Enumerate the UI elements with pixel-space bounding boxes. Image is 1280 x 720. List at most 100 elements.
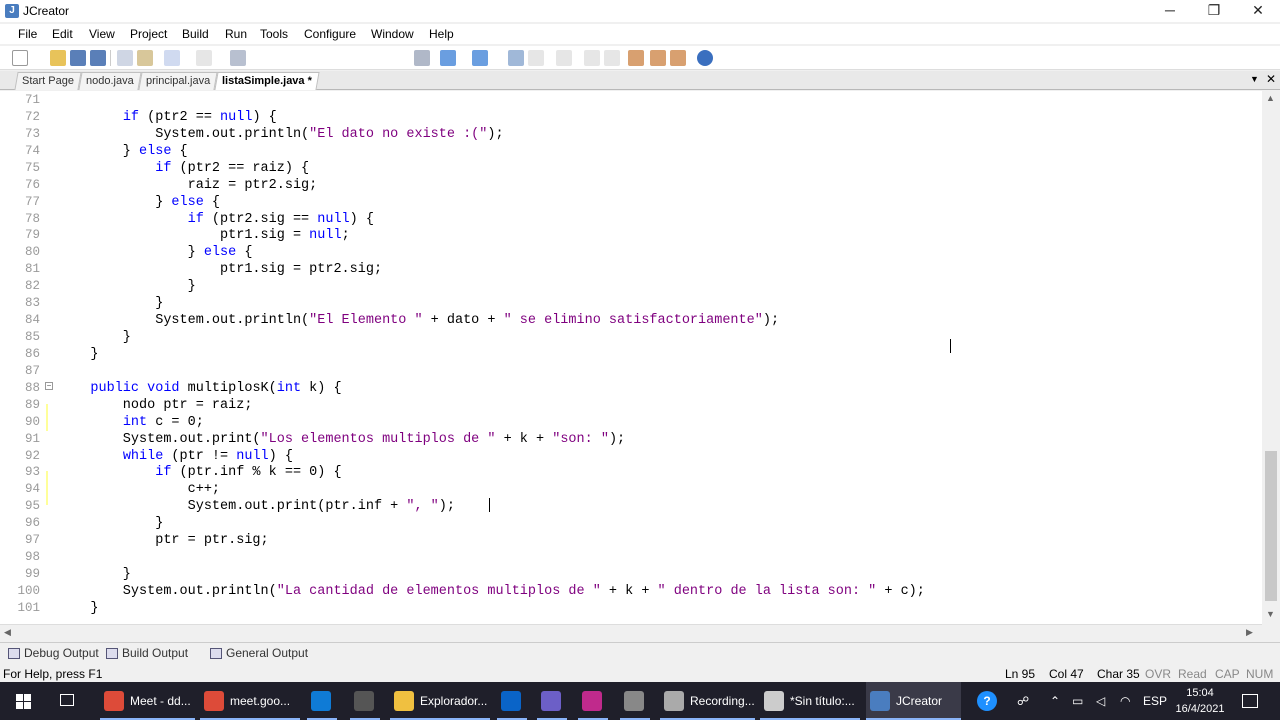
window-icon[interactable] bbox=[628, 50, 644, 66]
code-text[interactable]: ptr = ptr.sig; bbox=[58, 532, 268, 549]
code-editor[interactable]: 71 72 if (ptr2 == null) {73 System.out.pr… bbox=[0, 91, 1262, 624]
code-line[interactable]: 89 nodo ptr = raiz; bbox=[0, 397, 1262, 414]
debug-icon[interactable] bbox=[472, 50, 488, 66]
volume-icon[interactable]: ◁ bbox=[1096, 694, 1105, 708]
tab-list-dropdown-icon[interactable]: ▼ bbox=[1250, 74, 1259, 84]
menu-view[interactable]: View bbox=[89, 27, 115, 41]
menu-help[interactable]: Help bbox=[429, 27, 454, 41]
code-line[interactable]: 95 System.out.print(ptr.inf + ", "); bbox=[0, 498, 1262, 515]
help-icon[interactable] bbox=[697, 50, 713, 66]
open-folder-icon[interactable] bbox=[50, 50, 66, 66]
maximize-button[interactable]: ❐ bbox=[1192, 0, 1236, 22]
menu-window[interactable]: Window bbox=[371, 27, 414, 41]
code-text[interactable]: } bbox=[58, 346, 98, 363]
workspace-icon[interactable] bbox=[650, 50, 666, 66]
code-line[interactable]: 73 System.out.println("El dato no existe… bbox=[0, 126, 1262, 143]
tab-start-page[interactable]: Start Page bbox=[14, 72, 82, 90]
code-text[interactable]: if (ptr2 == null) { bbox=[58, 109, 277, 126]
taskbar-app-button[interactable] bbox=[307, 682, 337, 720]
scroll-thumb[interactable] bbox=[1265, 451, 1277, 601]
code-text[interactable]: } bbox=[58, 295, 163, 312]
taskbar-app-button[interactable] bbox=[350, 682, 380, 720]
code-text[interactable]: } bbox=[58, 600, 98, 617]
menu-edit[interactable]: Edit bbox=[52, 27, 73, 41]
clock[interactable]: 15:04 16/4/2021 bbox=[1175, 685, 1225, 717]
code-text[interactable]: } bbox=[58, 329, 131, 346]
find-in-files-icon[interactable] bbox=[414, 50, 430, 66]
output-window-icon[interactable] bbox=[670, 50, 686, 66]
close-button[interactable]: ✕ bbox=[1236, 0, 1280, 22]
code-line[interactable]: 94 c++; bbox=[0, 481, 1262, 498]
code-line[interactable]: 74 } else { bbox=[0, 143, 1262, 160]
code-text[interactable]: } else { bbox=[58, 194, 220, 211]
taskbar-app-button[interactable]: JCreator bbox=[866, 682, 961, 720]
code-text[interactable]: if (ptr.inf % k == 0) { bbox=[58, 464, 341, 481]
find-icon[interactable] bbox=[230, 50, 246, 66]
code-text[interactable]: ptr1.sig = null; bbox=[58, 227, 350, 244]
code-line[interactable]: 77 } else { bbox=[0, 194, 1262, 211]
code-line[interactable]: 71 bbox=[0, 92, 1262, 109]
code-text[interactable]: while (ptr != null) { bbox=[58, 448, 293, 465]
taskbar-app-button[interactable] bbox=[537, 682, 567, 720]
back-arrow-icon[interactable] bbox=[584, 50, 600, 66]
redo-icon[interactable] bbox=[196, 50, 212, 66]
code-text[interactable]: c++; bbox=[58, 481, 220, 498]
code-line[interactable]: 96 } bbox=[0, 515, 1262, 532]
code-line[interactable]: 92 while (ptr != null) { bbox=[0, 448, 1262, 465]
show-hidden-icons-icon[interactable]: ⌃ bbox=[1050, 694, 1060, 708]
menu-run[interactable]: Run bbox=[225, 27, 247, 41]
code-line[interactable]: 81 ptr1.sig = ptr2.sig; bbox=[0, 261, 1262, 278]
taskbar-app-button[interactable] bbox=[578, 682, 608, 720]
code-text[interactable]: if (ptr2 == raiz) { bbox=[58, 160, 309, 177]
battery-icon[interactable]: ▭ bbox=[1072, 694, 1083, 708]
taskbar-app-button[interactable] bbox=[497, 682, 527, 720]
code-line[interactable]: 86 } bbox=[0, 346, 1262, 363]
code-line[interactable]: 93 if (ptr.inf % k == 0) { bbox=[0, 464, 1262, 481]
fold-toggle[interactable]: − bbox=[45, 382, 53, 390]
taskbar-app-button[interactable]: *Sin título:... bbox=[760, 682, 860, 720]
people-icon[interactable]: ☍ bbox=[1017, 694, 1029, 708]
code-text[interactable]: } bbox=[58, 515, 163, 532]
taskbar-app-button[interactable]: Recording... bbox=[660, 682, 755, 720]
code-line[interactable]: 76 raiz = ptr2.sig; bbox=[0, 177, 1262, 194]
close-tab-icon[interactable]: ✕ bbox=[1266, 72, 1276, 86]
code-line[interactable]: 91 System.out.print("Los elementos multi… bbox=[0, 431, 1262, 448]
horizontal-scrollbar[interactable]: ◀ ▶ bbox=[0, 624, 1262, 641]
code-text[interactable]: } else { bbox=[58, 244, 253, 261]
code-line[interactable]: 99 } bbox=[0, 566, 1262, 583]
find-combo-box[interactable] bbox=[250, 49, 410, 67]
code-line[interactable]: 88 public void multiplosK(int k) { bbox=[0, 380, 1262, 397]
compile-icon[interactable] bbox=[508, 50, 524, 66]
vertical-scrollbar[interactable]: ▲ ▼ bbox=[1262, 91, 1280, 624]
code-text[interactable]: System.out.println("La cantidad de eleme… bbox=[58, 583, 925, 600]
code-text[interactable]: } else { bbox=[58, 143, 188, 160]
wifi-icon[interactable]: ◠ bbox=[1120, 694, 1130, 708]
code-line[interactable]: 79 ptr1.sig = null; bbox=[0, 227, 1262, 244]
menu-project[interactable]: Project bbox=[130, 27, 167, 41]
code-text[interactable]: public void multiplosK(int k) { bbox=[58, 380, 341, 397]
code-text[interactable]: } bbox=[58, 278, 196, 295]
tab-nodo-java[interactable]: nodo.java bbox=[78, 72, 142, 90]
stop-icon[interactable] bbox=[528, 50, 544, 66]
taskbar-app-button[interactable] bbox=[620, 682, 650, 720]
code-line[interactable]: 82 } bbox=[0, 278, 1262, 295]
code-line[interactable]: 100 System.out.println("La cantidad de e… bbox=[0, 583, 1262, 600]
code-text[interactable]: nodo ptr = raiz; bbox=[58, 397, 253, 414]
code-line[interactable]: 75 if (ptr2 == raiz) { bbox=[0, 160, 1262, 177]
notifications-icon[interactable] bbox=[1242, 694, 1258, 708]
taskbar-app-button[interactable]: Explorador... bbox=[390, 682, 490, 720]
start-button[interactable] bbox=[14, 682, 36, 720]
menu-file[interactable]: File bbox=[18, 27, 37, 41]
tab-debug-output[interactable]: Debug Output bbox=[6, 646, 99, 664]
new-file-icon[interactable] bbox=[12, 50, 28, 66]
undo-icon[interactable] bbox=[164, 50, 180, 66]
code-line[interactable]: 98 bbox=[0, 549, 1262, 566]
code-line[interactable]: 90 int c = 0; bbox=[0, 414, 1262, 431]
code-text[interactable]: System.out.println("El Elemento " + dato… bbox=[58, 312, 779, 329]
menu-configure[interactable]: Configure bbox=[304, 27, 356, 41]
code-line[interactable]: 97 ptr = ptr.sig; bbox=[0, 532, 1262, 549]
code-line[interactable]: 72 if (ptr2 == null) { bbox=[0, 109, 1262, 126]
minimize-button[interactable]: ─ bbox=[1148, 0, 1192, 22]
code-line[interactable]: 87 bbox=[0, 363, 1262, 380]
code-text[interactable]: System.out.print(ptr.inf + ", "); bbox=[58, 498, 455, 515]
